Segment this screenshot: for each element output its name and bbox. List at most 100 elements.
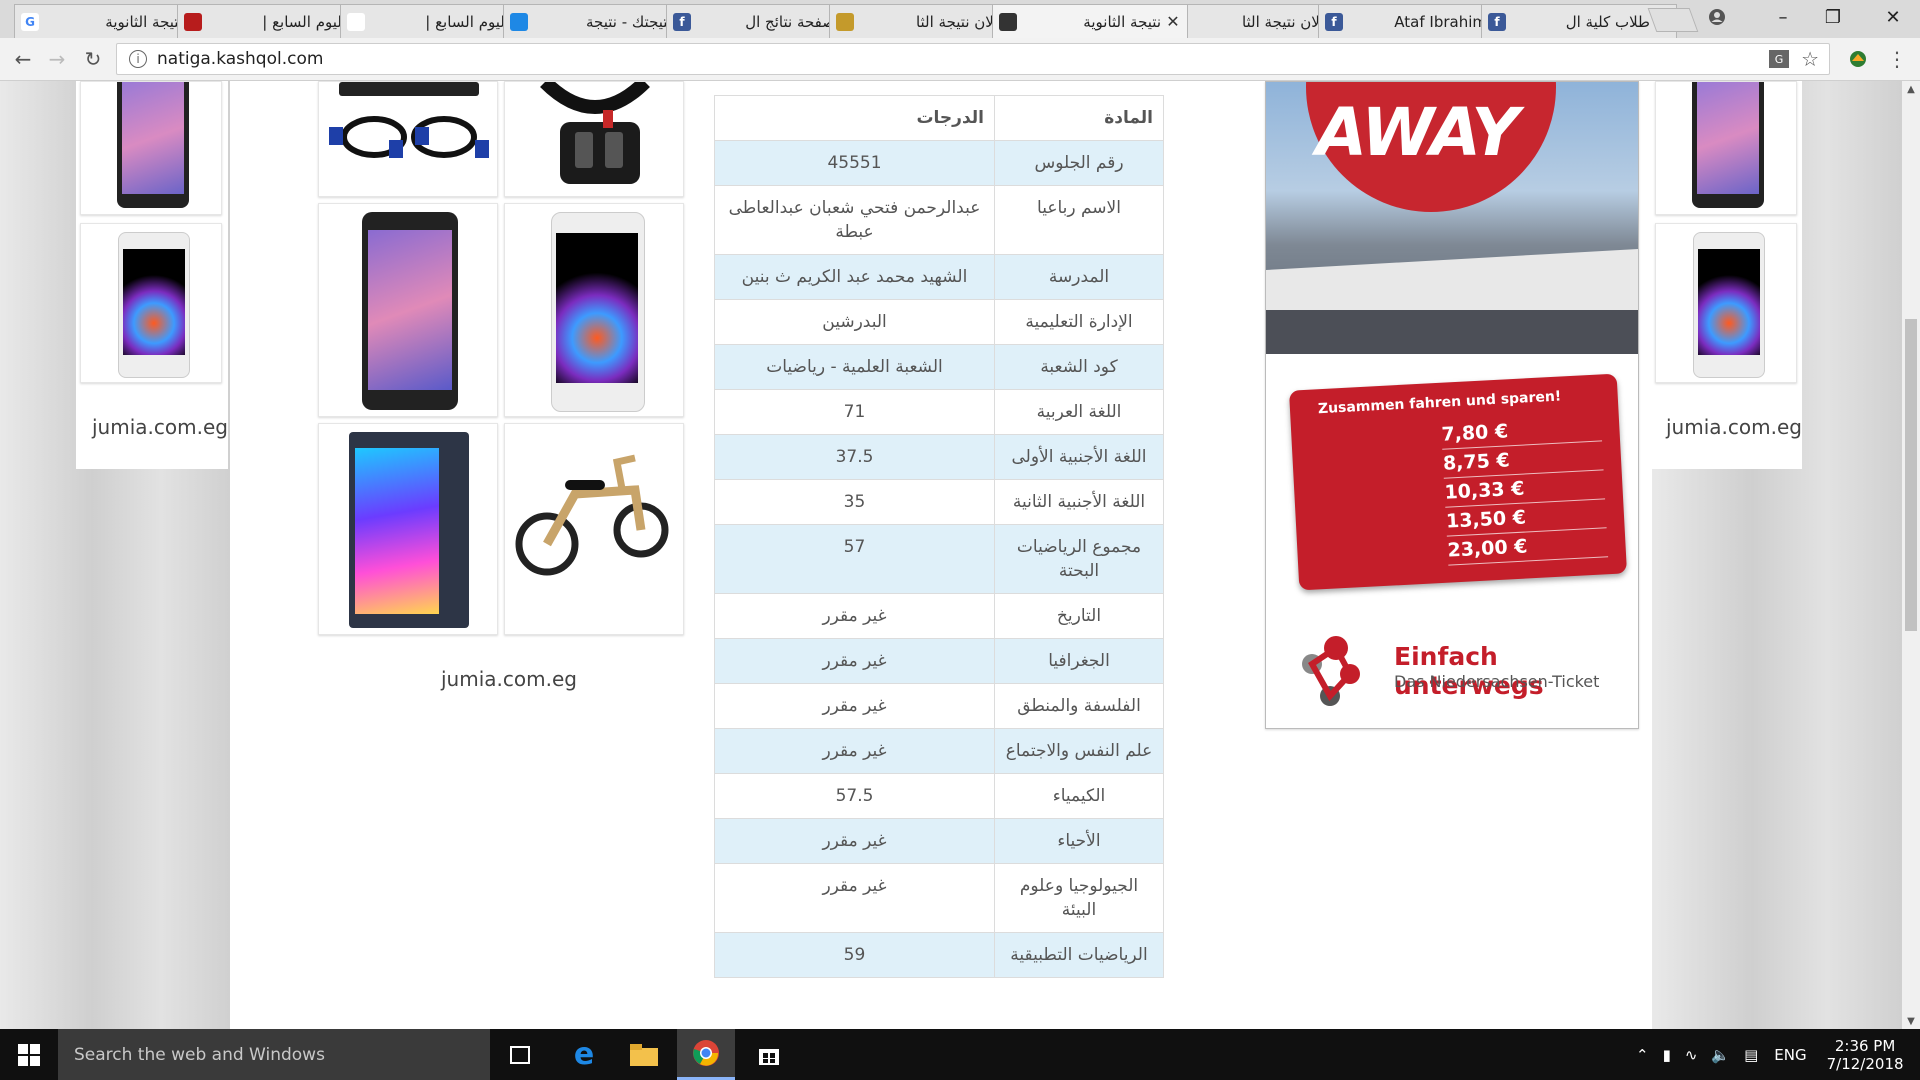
bike-ad-card[interactable] — [504, 423, 684, 635]
phone-ad-card[interactable] — [80, 223, 222, 383]
header-subject: المادة — [994, 95, 1164, 141]
show-hidden-icons-icon[interactable]: ⌃ — [1636, 1046, 1649, 1064]
clock-time: 2:36 PM — [1834, 1036, 1896, 1055]
page-viewport: jumia.com.eg jumia.com.eg المادة الدرجات… — [0, 81, 1920, 1029]
clock[interactable]: 2:36 PM 7/12/2018 — [1827, 1037, 1904, 1073]
tab-title[interactable]: اليوم السابع | — [206, 13, 350, 31]
phone-ad-card[interactable] — [504, 203, 684, 417]
results-header-row: المادة الدرجات — [714, 95, 1164, 141]
phone-ad-card[interactable] — [1655, 81, 1797, 215]
ad-source-label[interactable]: jumia.com.eg — [92, 415, 228, 439]
cable-ad-card[interactable] — [318, 81, 498, 197]
wifi-icon[interactable]: ∿ — [1685, 1046, 1698, 1064]
brand-name: Einfach unterwegs — [1394, 642, 1544, 700]
close-tab-icon[interactable]: ✕ — [1165, 12, 1181, 31]
result-subject: الرياضيات التطبيقية — [994, 932, 1164, 978]
brand-subtitle: Das Niedersachsen-Ticket — [1394, 672, 1600, 691]
reload-button[interactable]: ↻ — [80, 46, 106, 72]
language-indicator[interactable]: ENG — [1774, 1046, 1806, 1064]
ad-source-label[interactable]: jumia.com.eg — [1666, 415, 1802, 439]
phone-ad-card[interactable] — [80, 81, 222, 215]
tab-strip: Gنتيجة الثانوية✕اليوم السابع |✕اليوم الس… — [0, 0, 1920, 38]
address-bar[interactable]: i natiga.kashqol.com G ☆ — [116, 43, 1830, 75]
banner-ad[interactable]: AWAY Zusammen fahren und sparen! 7,80 €8… — [1265, 81, 1639, 729]
page-scrollbar[interactable]: ▲ ▼ — [1902, 81, 1920, 1029]
result-subject: رقم الجلوس — [994, 140, 1164, 186]
site-icon — [836, 12, 854, 31]
back-button[interactable]: ← — [10, 46, 36, 72]
browser-tab[interactable]: نتيجة الثانوية ✕ — [992, 4, 1188, 38]
menu-icon[interactable]: ⋮ — [1884, 46, 1910, 72]
close-window-button[interactable]: ✕ — [1870, 0, 1916, 34]
result-row: الجيولوجيا وعلوم البيئة غير مقرر — [714, 863, 1164, 933]
battery-icon[interactable]: ▮ — [1663, 1046, 1671, 1064]
task-view-icon[interactable] — [491, 1029, 549, 1080]
result-row: اللغة الأجنبية الثانية 35 — [714, 479, 1164, 525]
facebook-icon: f — [673, 12, 691, 31]
phone-ad-card[interactable] — [318, 423, 498, 635]
scroll-down-arrow-icon[interactable]: ▼ — [1902, 1013, 1920, 1029]
phone-image — [117, 82, 189, 208]
result-value: 45551 — [714, 140, 995, 186]
result-value: غير مقرر — [714, 818, 995, 864]
start-button[interactable] — [0, 1029, 58, 1080]
store-icon[interactable] — [740, 1029, 798, 1080]
result-row: اللغة العربية 71 — [714, 389, 1164, 435]
cable-image — [329, 82, 489, 158]
phone-ad-card[interactable] — [318, 203, 498, 417]
result-row: التاريخ غير مقرر — [714, 593, 1164, 639]
phone-ad-card[interactable] — [1655, 223, 1797, 383]
taskbar-search-placeholder[interactable]: Search the web and Windows — [74, 1045, 325, 1065]
action-center-icon[interactable]: ▤ — [1744, 1046, 1758, 1064]
tab-title[interactable]: نتيجتك - نتيجة — [532, 13, 676, 31]
result-subject: الجغرافيا — [994, 638, 1164, 684]
edge-browser-icon[interactable]: e — [555, 1029, 613, 1080]
profile-icon[interactable] — [1694, 0, 1740, 34]
taskbar-search-box[interactable]: Search the web and Windows — [58, 1029, 490, 1080]
result-row: رقم الجلوس 45551 — [714, 140, 1164, 186]
facebook-icon: f — [1488, 12, 1506, 31]
result-subject: التاريخ — [994, 593, 1164, 639]
tab-title[interactable]: نتيجة الثانوية — [43, 13, 187, 31]
result-value: 35 — [714, 479, 995, 525]
system-tray: ⌃ ▮ ∿ 🔈 ▤ ENG 2:36 PM 7/12/2018 — [1636, 1029, 1904, 1080]
result-value: غير مقرر — [714, 863, 995, 933]
tab-title[interactable]: الان نتيجة الثا — [858, 13, 1002, 31]
tab-title[interactable]: صفحة نتائج ال — [695, 13, 839, 31]
maximize-button[interactable]: ❐ — [1810, 0, 1856, 34]
volume-icon[interactable]: 🔈 — [1711, 1046, 1730, 1064]
result-row: الكيمياء 57.5 — [714, 773, 1164, 819]
result-subject: الإدارة التعليمية — [994, 299, 1164, 345]
scrollbar-thumb[interactable] — [1905, 319, 1917, 631]
tab-title[interactable]: Ataf Ibrahim — [1347, 13, 1491, 31]
address-text[interactable]: natiga.kashqol.com — [157, 49, 323, 69]
ad-source-label[interactable]: jumia.com.eg — [441, 667, 577, 691]
bookmark-star-icon[interactable]: ☆ — [1801, 47, 1819, 71]
wheel-ad-card[interactable] — [504, 81, 684, 197]
minimize-button[interactable]: – — [1760, 0, 1806, 34]
scroll-up-arrow-icon[interactable]: ▲ — [1902, 81, 1920, 97]
result-subject: كود الشعبة — [994, 344, 1164, 390]
chrome-taskbar-icon[interactable] — [677, 1029, 735, 1080]
tab-title[interactable]: الان نتيجة الثا — [1184, 13, 1328, 31]
result-row: الإدارة التعليمية البدرشين — [714, 299, 1164, 345]
ticket-title: Zusammen fahren und sparen! — [1317, 388, 1562, 418]
result-value: البدرشين — [714, 299, 995, 345]
result-value: غير مقرر — [714, 683, 995, 729]
tab-title[interactable]: طلاب كلية ال — [1510, 13, 1654, 31]
translate-icon[interactable]: G — [1769, 50, 1790, 68]
result-value: غير مقرر — [714, 728, 995, 774]
result-row: الاسم رباعيا عبدالرحمن فتحي شعبان عبدالعا… — [714, 185, 1164, 255]
file-explorer-icon[interactable] — [615, 1029, 673, 1080]
new-tab-button[interactable] — [1647, 8, 1699, 32]
tab-title[interactable]: نتيجة الثانوية — [1021, 13, 1165, 31]
result-subject: الأحياء — [994, 818, 1164, 864]
extension-icon[interactable] — [1845, 46, 1871, 72]
brand-logo-icon — [1292, 630, 1360, 706]
ship-photo: AWAY — [1266, 82, 1638, 354]
forward-button[interactable]: → — [44, 46, 70, 72]
phone-image — [1692, 82, 1764, 208]
tab-title[interactable]: اليوم السابع | — [369, 13, 513, 31]
result-subject: مجموع الرياضيات البحتة — [994, 524, 1164, 594]
info-icon[interactable]: i — [129, 50, 147, 68]
